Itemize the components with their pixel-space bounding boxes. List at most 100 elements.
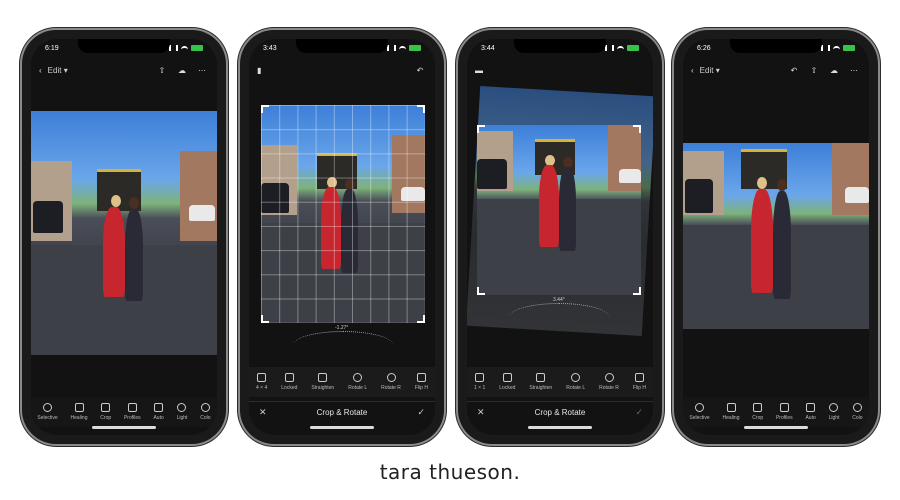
tool-light[interactable]: Light <box>177 403 187 421</box>
tool-flip-h[interactable]: Flip H <box>415 373 428 391</box>
light-icon <box>177 403 187 412</box>
more-icon[interactable]: ⋯ <box>195 63 209 77</box>
confirm-check-icon[interactable]: ✓ <box>417 407 425 418</box>
photo-building-right <box>179 151 217 241</box>
aspect-icon[interactable]: ▬ <box>475 66 483 75</box>
edit-dropdown[interactable]: Edit ▾ <box>700 66 720 75</box>
photo-car <box>477 159 507 189</box>
phone-4-screen: 6:26 ‹ Edit ▾ ↶ ⇧ ☁ ⋯ Selective Healing … <box>683 39 869 435</box>
status-time: 3:44 <box>481 44 495 52</box>
tool-straighten[interactable]: Straighten <box>311 373 334 391</box>
flip-horizontal-icon <box>634 373 644 382</box>
status-time: 3:43 <box>263 44 277 52</box>
phone-4: 6:26 ‹ Edit ▾ ↶ ⇧ ☁ ⋯ Selective Healing … <box>674 30 878 444</box>
top-toolbar: ‹ Edit ▾ ⇧ ☁ ⋯ <box>31 59 217 81</box>
tool-auto[interactable]: Auto <box>805 403 816 421</box>
reset-icon[interactable]: ↶ <box>413 63 427 77</box>
tool-strip: Selective Healing Crop Profiles Auto Lig… <box>683 397 869 427</box>
home-indicator <box>310 426 374 429</box>
tool-aspect[interactable]: 1 × 1 <box>474 373 485 391</box>
color-icon <box>852 403 862 412</box>
healing-icon <box>726 403 736 412</box>
tool-straighten[interactable]: Straighten <box>529 373 552 391</box>
crop-handle-top-right[interactable] <box>633 125 641 133</box>
auto-icon <box>154 403 164 412</box>
back-chevron-icon[interactable]: ‹ <box>691 66 694 75</box>
tool-locked[interactable]: Locked <box>499 373 515 391</box>
crop-rotate-title: Crop & Rotate <box>316 408 368 417</box>
cloud-sync-icon[interactable]: ☁ <box>827 63 841 77</box>
straighten-dial[interactable] <box>293 331 393 345</box>
straighten-icon <box>318 373 328 382</box>
rotate-right-icon <box>604 373 614 382</box>
share-icon[interactable]: ⇧ <box>155 63 169 77</box>
status-icons <box>169 45 203 51</box>
undo-icon[interactable]: ↶ <box>787 63 801 77</box>
share-icon[interactable]: ⇧ <box>807 63 821 77</box>
crop-photo-preview[interactable] <box>477 125 641 295</box>
cancel-close-icon[interactable]: ✕ <box>259 407 267 418</box>
tool-color[interactable]: Colo <box>200 403 211 421</box>
tool-crop[interactable]: Crop <box>100 403 111 421</box>
tool-rotate-left[interactable]: Rotate L <box>348 373 367 391</box>
photo-preview[interactable] <box>31 111 217 355</box>
photo-car-white <box>189 205 215 221</box>
crop-handle-bottom-left[interactable] <box>477 287 485 295</box>
tool-color[interactable]: Colo <box>852 403 863 421</box>
aspect-icon[interactable]: ▮ <box>257 66 261 75</box>
photo-person-dark <box>773 191 791 299</box>
tool-rotate-left[interactable]: Rotate L <box>566 373 585 391</box>
lock-icon <box>284 373 294 382</box>
straighten-value: 3.44° <box>553 297 565 303</box>
top-toolbar: ▮ ↶ <box>249 59 435 81</box>
top-toolbar: ‹ Edit ▾ ↶ ⇧ ☁ ⋯ <box>683 59 869 81</box>
crop-tool-strip: 4 × 4 Locked Straighten Rotate L Rotate … <box>249 367 435 397</box>
back-chevron-icon[interactable]: ‹ <box>39 66 42 75</box>
crop-handle-top-left[interactable] <box>261 105 269 113</box>
crop-photo-preview[interactable] <box>261 105 425 323</box>
photo-car-white <box>619 169 641 183</box>
crop-tool-strip: 1 × 1 Locked Straighten Rotate L Rotate … <box>467 367 653 397</box>
tool-healing[interactable]: Healing <box>723 403 739 421</box>
tool-profiles[interactable]: Profiles <box>776 403 793 421</box>
home-indicator <box>528 426 592 429</box>
cancel-close-icon[interactable]: ✕ <box>477 407 485 418</box>
tool-auto[interactable]: Auto <box>153 403 164 421</box>
tool-aspect[interactable]: 4 × 4 <box>256 373 267 391</box>
tool-healing[interactable]: Healing <box>71 403 87 421</box>
tool-profiles[interactable]: Profiles <box>124 403 141 421</box>
photo-person-red-dress <box>539 165 559 247</box>
phone-1: 6:19 ‹ Edit ▾ ⇧ ☁ ⋯ Selective Healing Cr… <box>22 30 226 444</box>
edit-dropdown[interactable]: Edit ▾ <box>48 66 68 75</box>
tool-selective[interactable]: Selective <box>37 403 58 421</box>
wifi-icon <box>617 45 624 51</box>
phone-3: 3:44 ▬ 3.44° 1 × 1 Locked Straighten Rot… <box>458 30 662 444</box>
tool-locked[interactable]: Locked <box>281 373 297 391</box>
crop-handle-bottom-left[interactable] <box>261 315 269 323</box>
tool-rotate-right[interactable]: Rotate R <box>599 373 619 391</box>
tool-light[interactable]: Light <box>829 403 839 421</box>
photo-person-head <box>111 195 121 207</box>
crop-handle-bottom-right[interactable] <box>633 287 641 295</box>
crop-handle-bottom-right[interactable] <box>417 315 425 323</box>
status-time: 6:19 <box>45 44 59 52</box>
notch <box>514 39 606 53</box>
tool-strip: Selective Healing Crop Profiles Auto Lig… <box>31 397 217 427</box>
more-icon[interactable]: ⋯ <box>847 63 861 77</box>
tool-selective[interactable]: Selective <box>689 403 710 421</box>
rotate-right-icon <box>386 373 396 382</box>
photo-car <box>685 179 713 213</box>
tool-rotate-right[interactable]: Rotate R <box>381 373 401 391</box>
home-indicator <box>92 426 156 429</box>
crop-handle-top-right[interactable] <box>417 105 425 113</box>
tool-flip-h[interactable]: Flip H <box>633 373 646 391</box>
status-icons <box>387 45 421 51</box>
notch <box>78 39 170 53</box>
tool-crop[interactable]: Crop <box>752 403 763 421</box>
photo-preview[interactable] <box>683 143 869 329</box>
crop-handle-top-left[interactable] <box>477 125 485 133</box>
cloud-sync-icon[interactable]: ☁ <box>175 63 189 77</box>
photo-car <box>33 201 63 233</box>
confirm-check-icon[interactable]: ✓ <box>635 407 643 418</box>
phone-1-screen: 6:19 ‹ Edit ▾ ⇧ ☁ ⋯ Selective Healing Cr… <box>31 39 217 435</box>
